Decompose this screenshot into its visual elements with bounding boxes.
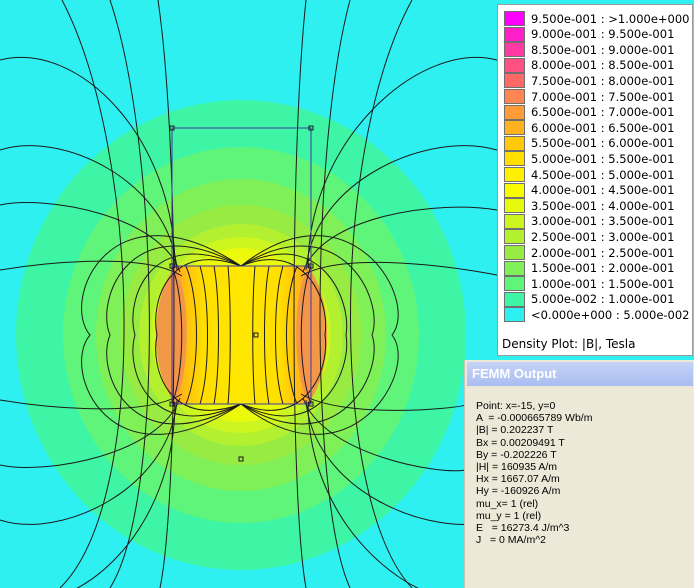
legend-label: 2.500e-001 : 3.000e-001 <box>531 229 675 244</box>
output-readout: Point: x=-15, y=0 A = -0.000665789 Wb/m |B… <box>476 400 592 546</box>
legend-swatch <box>504 229 525 245</box>
legend-label: 8.000e-001 : 8.500e-001 <box>531 58 675 73</box>
legend-entry: 5.000e-002 : 1.000e-001 <box>504 291 675 307</box>
legend-entry: 6.500e-001 : 7.000e-001 <box>504 104 675 120</box>
legend-label: 7.000e-001 : 7.500e-001 <box>531 89 675 104</box>
legend-swatch <box>504 151 525 167</box>
legend-label: 9.500e-001 : >1.000e+000 <box>531 11 690 26</box>
density-bands <box>16 100 466 570</box>
legend-label: 5.000e-002 : 1.000e-001 <box>531 292 675 307</box>
legend-entry: 6.000e-001 : 6.500e-001 <box>504 120 675 136</box>
legend-entry: 8.500e-001 : 9.000e-001 <box>504 42 675 58</box>
legend-swatch <box>504 11 525 26</box>
legend-entry: 1.500e-001 : 2.000e-001 <box>504 260 675 276</box>
legend-entry: 5.500e-001 : 6.000e-001 <box>504 135 675 151</box>
femm-output-window: FEMM Output Point: x=-15, y=0 A = -0.0006… <box>464 360 694 588</box>
legend-swatch <box>504 26 525 42</box>
output-line: Hx = 1667.07 A/m <box>476 473 560 486</box>
legend-swatch <box>504 198 525 214</box>
legend-label: 3.500e-001 : 4.000e-001 <box>531 198 675 213</box>
legend-entry: 4.500e-001 : 5.000e-001 <box>504 167 674 182</box>
legend-swatch <box>504 167 525 182</box>
legend-label: 4.500e-001 : 5.000e-001 <box>531 167 675 182</box>
output-line: Bx = 0.00209491 T <box>476 436 565 449</box>
legend-title: Density Plot: |B|, Tesla <box>502 337 636 351</box>
output-window-title[interactable]: FEMM Output <box>467 362 693 386</box>
legend-swatch <box>504 89 525 104</box>
output-line: mu_y = 1 (rel) <box>476 509 542 522</box>
legend-swatch <box>504 104 525 120</box>
legend-entry: 9.000e-001 : 9.500e-001 <box>504 26 675 42</box>
legend-swatch <box>504 73 525 89</box>
legend-entry: 2.000e-001 : 2.500e-001 <box>504 245 674 260</box>
legend-swatch <box>504 135 525 151</box>
legend-entry: 5.000e-001 : 5.500e-001 <box>504 151 675 167</box>
legend-swatch <box>504 245 525 260</box>
legend-label: <0.000e+000 : 5.000e-002 <box>531 307 690 322</box>
legend-label: 6.000e-001 : 6.500e-001 <box>531 120 675 135</box>
output-line: E = 16273.4 J/m^3 <box>476 521 570 534</box>
legend-swatch <box>504 120 525 136</box>
legend-label: 5.000e-001 : 5.500e-001 <box>531 151 675 166</box>
output-line: mu_x= 1 (rel) <box>476 497 539 510</box>
legend-label: 6.500e-001 : 7.000e-001 <box>531 105 675 120</box>
legend-entry: <0.000e+000 : 5.000e-002 <box>504 307 690 323</box>
legend-entry: 2.500e-001 : 3.000e-001 <box>504 229 675 245</box>
legend-label: 3.000e-001 : 3.500e-001 <box>531 214 675 229</box>
output-line: A = -0.000665789 Wb/m <box>476 412 593 425</box>
output-line: Hy = -160926 A/m <box>476 485 561 498</box>
legend-entry: 7.000e-001 : 7.500e-001 <box>504 89 674 104</box>
legend-entry: 7.500e-001 : 8.000e-001 <box>504 73 675 89</box>
magnet-region <box>172 266 311 404</box>
legend-entry: 4.000e-001 : 4.500e-001 <box>504 182 675 198</box>
legend-entry: 9.500e-001 : >1.000e+000 <box>504 11 690 26</box>
legend-label: 8.500e-001 : 9.000e-001 <box>531 42 675 57</box>
legend-entry: 8.000e-001 : 8.500e-001 <box>504 57 675 73</box>
output-line: By = -0.202226 T <box>476 448 557 461</box>
output-line: J = 0 MA/m^2 <box>476 534 546 547</box>
legend-entry: 3.000e-001 : 3.500e-001 <box>504 213 675 229</box>
legend-label: 9.000e-001 : 9.500e-001 <box>531 27 675 42</box>
legend-swatch <box>504 213 525 229</box>
output-line: |H| = 160935 A/m <box>476 460 558 473</box>
legend-swatch <box>504 182 525 198</box>
legend-entry: 3.500e-001 : 4.000e-001 <box>504 198 675 214</box>
legend-entry: 1.000e-001 : 1.500e-001 <box>504 276 675 292</box>
legend-swatch <box>504 260 525 276</box>
legend-swatch <box>504 291 525 307</box>
legend-swatch <box>504 42 525 58</box>
legend-swatch <box>504 276 525 292</box>
output-line: Point: x=-15, y=0 <box>476 400 556 412</box>
legend-label: 5.500e-001 : 6.000e-001 <box>531 136 675 151</box>
density-legend: 9.500e-001 : >1.000e+000 9.000e-001 : 9.5… <box>497 4 693 356</box>
legend-swatch <box>504 57 525 73</box>
legend-label: 1.000e-001 : 1.500e-001 <box>531 276 675 291</box>
legend-label: 4.000e-001 : 4.500e-001 <box>531 183 675 198</box>
legend-swatch <box>504 307 525 323</box>
legend-label: 1.500e-001 : 2.000e-001 <box>531 261 675 276</box>
legend-label: 2.000e-001 : 2.500e-001 <box>531 245 675 260</box>
legend-label: 7.500e-001 : 8.000e-001 <box>531 73 675 88</box>
output-line: |B| = 0.202237 T <box>476 424 554 437</box>
